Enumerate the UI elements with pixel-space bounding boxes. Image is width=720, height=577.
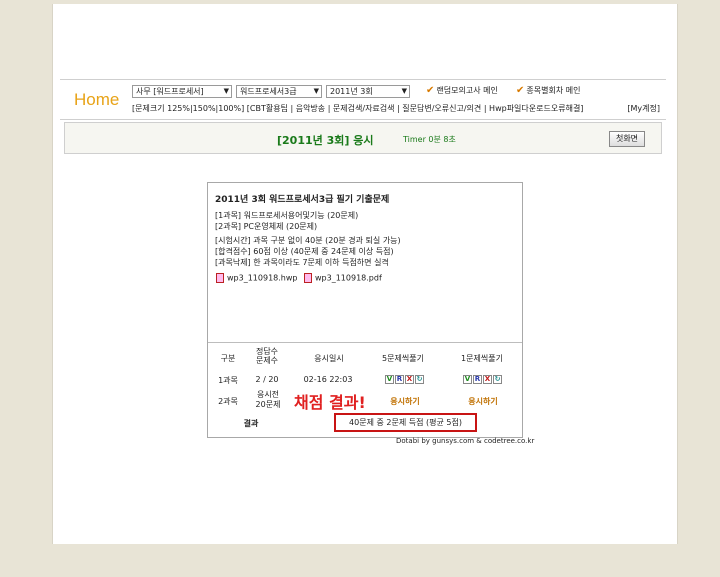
- row1-one-actions: V R X ↻: [458, 374, 508, 384]
- col-header-one: 1문제씩풀기: [461, 354, 503, 363]
- view-button[interactable]: V: [463, 375, 472, 384]
- exam-timer: Timer 0분 8초: [403, 135, 456, 144]
- result-summary: 40문제 중 2문제 득점 (평균 5점): [334, 413, 477, 432]
- top-navigation-bar: Home 사무 [워드프로세서] ▼ 워드프로세서3급 ▼ 2011년 3회 ▼ ✔ 랜…: [60, 79, 666, 120]
- exam-title: [2011년 3회] 응시: [277, 134, 374, 147]
- round-exam-link[interactable]: ✔ 종목별회차 메인: [516, 85, 580, 96]
- round-select[interactable]: 2011년 3회 ▼: [326, 85, 410, 98]
- check-icon: ✔: [516, 85, 525, 96]
- wrong-button[interactable]: X: [405, 375, 414, 384]
- row1-date: 02-16 22:03: [303, 375, 353, 384]
- take-five-button[interactable]: 응시하기: [380, 396, 430, 407]
- row1-score: 2 / 20: [255, 375, 279, 384]
- rule-line: [시험시간] 과목 구분 없이 40분 (20분 경과 퇴실 가능): [215, 236, 401, 245]
- home-link[interactable]: Home: [74, 90, 119, 110]
- exam-info-panel: 2011년 3회 워드프로세서3급 필기 기출문제 [1과목] 워드프로세서용어…: [208, 183, 522, 343]
- wrong-button[interactable]: X: [483, 375, 492, 384]
- col-header-score: 정답수 문제수: [255, 347, 279, 365]
- refresh-icon[interactable]: ↻: [415, 375, 424, 384]
- pdf-file-link[interactable]: wp3_110918.pdf: [304, 273, 382, 283]
- hwp-file-icon: [216, 273, 224, 283]
- my-account-link[interactable]: [My계정]: [627, 103, 660, 114]
- subject-line: [1과목] 워드프로세서용어및기능 (20문제): [215, 211, 359, 220]
- view-button[interactable]: V: [385, 375, 394, 384]
- refresh-icon[interactable]: ↻: [493, 375, 502, 384]
- subject-line: [2과목] PC운영체제 (20문제): [215, 222, 318, 231]
- review-button[interactable]: R: [473, 375, 482, 384]
- review-button[interactable]: R: [395, 375, 404, 384]
- top-menu[interactable]: [문제크기 125%|150%|100%] [CBT활용팁 | 음악방송 | 문…: [132, 103, 583, 114]
- random-exam-link[interactable]: ✔ 랜덤모의고사 메인: [426, 85, 498, 96]
- row1-label: 1과목: [218, 376, 238, 385]
- chevron-down-icon: ▼: [223, 87, 229, 95]
- first-screen-button[interactable]: 첫화면: [609, 131, 645, 147]
- exam-info-card: 2011년 3회 워드프로세서3급 필기 기출문제 [1과목] 워드프로세서용어…: [207, 182, 523, 438]
- credit-text: Dotabi by gunsys.com & codetree.co.kr: [396, 437, 535, 445]
- chevron-down-icon: ▼: [401, 87, 407, 95]
- col-header-date: 응시일시: [314, 354, 344, 363]
- row2-label: 2과목: [218, 397, 238, 406]
- rule-line: [과목낙제] 한 과목이라도 7문제 이하 득점하면 실격: [215, 258, 389, 267]
- grade-result-text: 채점 결과!: [294, 393, 366, 412]
- rule-line: [합격점수] 60점 이상 (40문제 중 24문제 이상 득점): [215, 247, 394, 256]
- exam-header-bar: [2011년 3회] 응시 Timer 0분 8초 첫화면: [64, 122, 662, 154]
- subject-select[interactable]: 워드프로세서3급 ▼: [236, 85, 322, 98]
- take-one-button[interactable]: 응시하기: [458, 396, 508, 407]
- result-label: 결과: [243, 419, 259, 428]
- pdf-file-icon: [304, 273, 312, 283]
- hwp-file-link[interactable]: wp3_110918.hwp: [216, 273, 297, 283]
- chevron-down-icon: ▼: [313, 87, 319, 95]
- row1-five-actions: V R X ↻: [380, 374, 430, 384]
- row2-status: 응시전 20문제: [255, 390, 281, 409]
- col-header-category: 구분: [220, 354, 236, 363]
- category-select[interactable]: 사무 [워드프로세서] ▼: [132, 85, 232, 98]
- col-header-five: 5문제씩풀기: [382, 354, 424, 363]
- check-icon: ✔: [426, 85, 435, 96]
- card-title: 2011년 3회 워드프로세서3급 필기 기출문제: [215, 195, 390, 205]
